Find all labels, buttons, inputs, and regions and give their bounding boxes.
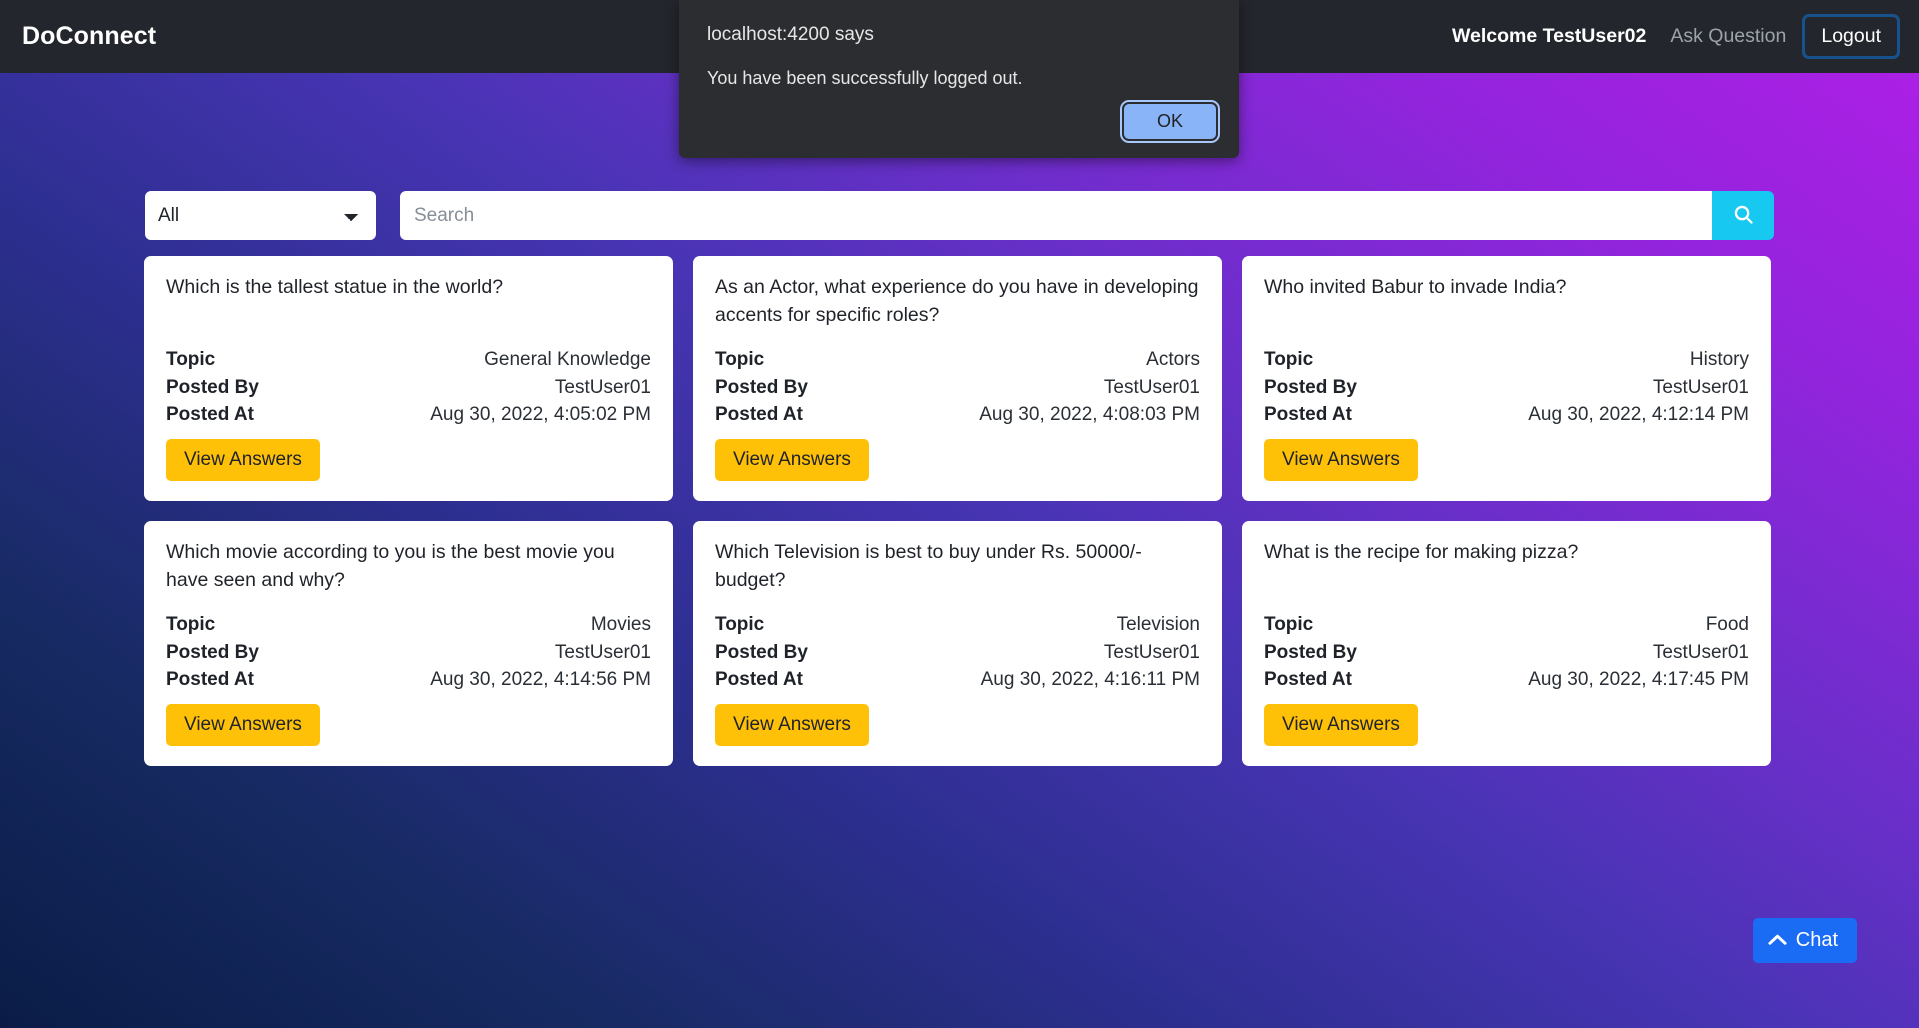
question-meta: Topic Movies Posted By TestUser01 Posted…	[166, 611, 651, 746]
meta-value-posted-at: Aug 30, 2022, 4:08:03 PM	[979, 404, 1200, 426]
meta-label-posted-by: Posted By	[166, 641, 259, 663]
search-toolbar: All	[145, 191, 1774, 240]
alert-ok-button[interactable]: OK	[1119, 100, 1221, 143]
meta-value-posted-at: Aug 30, 2022, 4:05:02 PM	[430, 404, 651, 426]
meta-row-posted-by: Posted By TestUser01	[715, 639, 1200, 667]
meta-label-topic: Topic	[166, 349, 216, 371]
meta-row-posted-at: Posted At Aug 30, 2022, 4:12:14 PM	[1264, 401, 1749, 429]
question-meta: Topic History Posted By TestUser01 Poste…	[1264, 346, 1749, 481]
meta-row-posted-by: Posted By TestUser01	[1264, 639, 1749, 667]
ask-question-link[interactable]: Ask Question	[1670, 25, 1786, 48]
meta-label-topic: Topic	[715, 349, 765, 371]
meta-row-posted-by: Posted By TestUser01	[166, 374, 651, 402]
meta-value-posted-by: TestUser01	[554, 376, 651, 398]
question-meta: Topic Television Posted By TestUser01 Po…	[715, 611, 1200, 746]
chevron-up-icon	[1768, 929, 1787, 952]
view-answers-button[interactable]: View Answers	[715, 704, 869, 746]
meta-row-posted-at: Posted At Aug 30, 2022, 4:05:02 PM	[166, 401, 651, 429]
meta-label-posted-at: Posted At	[166, 669, 254, 691]
question-title: Which is the tallest statue in the world…	[166, 276, 504, 298]
app-brand[interactable]: DoConnect	[22, 22, 156, 51]
question-meta: Topic Food Posted By TestUser01 Posted A…	[1264, 611, 1749, 746]
meta-label-posted-at: Posted At	[166, 404, 254, 426]
view-answers-button[interactable]: View Answers	[1264, 704, 1418, 746]
meta-label-topic: Topic	[166, 614, 216, 636]
question-card[interactable]: As an Actor, what experience do you have…	[693, 256, 1222, 501]
alert-origin-label: localhost:4200 says	[707, 24, 874, 45]
meta-row-posted-at: Posted At Aug 30, 2022, 4:08:03 PM	[715, 401, 1200, 429]
meta-value-topic: General Knowledge	[484, 349, 651, 371]
meta-row-posted-at: Posted At Aug 30, 2022, 4:14:56 PM	[166, 666, 651, 694]
meta-row-topic: Topic General Knowledge	[166, 346, 651, 374]
chat-toggle-button[interactable]: Chat	[1752, 918, 1857, 963]
meta-value-posted-at: Aug 30, 2022, 4:16:11 PM	[980, 669, 1200, 691]
navbar-right-group: Welcome TestUser02 Ask Question Logout	[1451, 14, 1900, 59]
meta-label-posted-at: Posted At	[715, 669, 803, 691]
meta-value-posted-by: TestUser01	[1103, 376, 1200, 398]
meta-row-posted-by: Posted By TestUser01	[1264, 374, 1749, 402]
search-icon	[1732, 203, 1755, 229]
meta-value-topic: Television	[1116, 614, 1200, 636]
meta-value-topic: History	[1689, 349, 1749, 371]
meta-row-topic: Topic Food	[1264, 611, 1749, 639]
meta-label-posted-by: Posted By	[715, 376, 808, 398]
meta-label-posted-by: Posted By	[715, 641, 808, 663]
question-title: Which Television is best to buy under Rs…	[715, 541, 1142, 591]
meta-row-posted-by: Posted By TestUser01	[715, 374, 1200, 402]
meta-value-posted-by: TestUser01	[1103, 641, 1200, 663]
meta-label-posted-at: Posted At	[715, 404, 803, 426]
question-title: Who invited Babur to invade India?	[1264, 276, 1567, 298]
question-card[interactable]: Who invited Babur to invade India? Topic…	[1242, 256, 1771, 501]
meta-label-posted-at: Posted At	[1264, 404, 1352, 426]
meta-row-topic: Topic Movies	[166, 611, 651, 639]
meta-label-topic: Topic	[715, 614, 765, 636]
search-input[interactable]	[400, 191, 1712, 240]
logout-button[interactable]: Logout	[1802, 14, 1900, 59]
welcome-user-label: Welcome TestUser02	[1451, 25, 1647, 47]
browser-alert-dialog: localhost:4200 says You have been succes…	[679, 0, 1239, 158]
meta-value-posted-by: TestUser01	[1652, 641, 1749, 663]
meta-row-topic: Topic History	[1264, 346, 1749, 374]
question-title: As an Actor, what experience do you have…	[715, 276, 1199, 326]
meta-value-topic: Food	[1705, 614, 1749, 636]
view-answers-button[interactable]: View Answers	[166, 439, 320, 481]
question-meta: Topic General Knowledge Posted By TestUs…	[166, 346, 651, 481]
search-submit-button[interactable]	[1712, 191, 1774, 240]
meta-row-topic: Topic Actors	[715, 346, 1200, 374]
meta-value-posted-at: Aug 30, 2022, 4:17:45 PM	[1528, 669, 1749, 691]
meta-label-topic: Topic	[1264, 349, 1314, 371]
question-title: What is the recipe for making pizza?	[1264, 541, 1579, 563]
meta-value-posted-by: TestUser01	[1652, 376, 1749, 398]
view-answers-button[interactable]: View Answers	[1264, 439, 1418, 481]
meta-value-posted-at: Aug 30, 2022, 4:14:56 PM	[430, 669, 651, 691]
meta-row-posted-at: Posted At Aug 30, 2022, 4:17:45 PM	[1264, 666, 1749, 694]
alert-message-text: You have been successfully logged out.	[707, 68, 1023, 88]
meta-value-topic: Movies	[590, 614, 651, 636]
question-meta: Topic Actors Posted By TestUser01 Posted…	[715, 346, 1200, 481]
meta-label-posted-by: Posted By	[1264, 376, 1357, 398]
question-card[interactable]: What is the recipe for making pizza? Top…	[1242, 521, 1771, 766]
question-title: Which movie according to you is the best…	[166, 541, 615, 591]
meta-row-posted-at: Posted At Aug 30, 2022, 4:16:11 PM	[715, 666, 1200, 694]
questions-grid: Which is the tallest statue in the world…	[144, 256, 1775, 766]
view-answers-button[interactable]: View Answers	[166, 704, 320, 746]
question-card[interactable]: Which movie according to you is the best…	[144, 521, 673, 766]
search-field-group	[400, 191, 1774, 240]
meta-label-posted-at: Posted At	[1264, 669, 1352, 691]
topic-filter-select[interactable]: All	[145, 191, 376, 240]
question-card[interactable]: Which Television is best to buy under Rs…	[693, 521, 1222, 766]
view-answers-button[interactable]: View Answers	[715, 439, 869, 481]
chat-label: Chat	[1795, 929, 1838, 951]
meta-row-topic: Topic Television	[715, 611, 1200, 639]
meta-value-posted-by: TestUser01	[554, 641, 651, 663]
meta-label-posted-by: Posted By	[166, 376, 259, 398]
meta-value-posted-at: Aug 30, 2022, 4:12:14 PM	[1528, 404, 1749, 426]
meta-label-posted-by: Posted By	[1264, 641, 1357, 663]
alert-actions: OK	[1119, 100, 1221, 143]
question-card[interactable]: Which is the tallest statue in the world…	[144, 256, 673, 501]
meta-row-posted-by: Posted By TestUser01	[166, 639, 651, 667]
meta-label-topic: Topic	[1264, 614, 1314, 636]
meta-value-topic: Actors	[1146, 349, 1200, 371]
